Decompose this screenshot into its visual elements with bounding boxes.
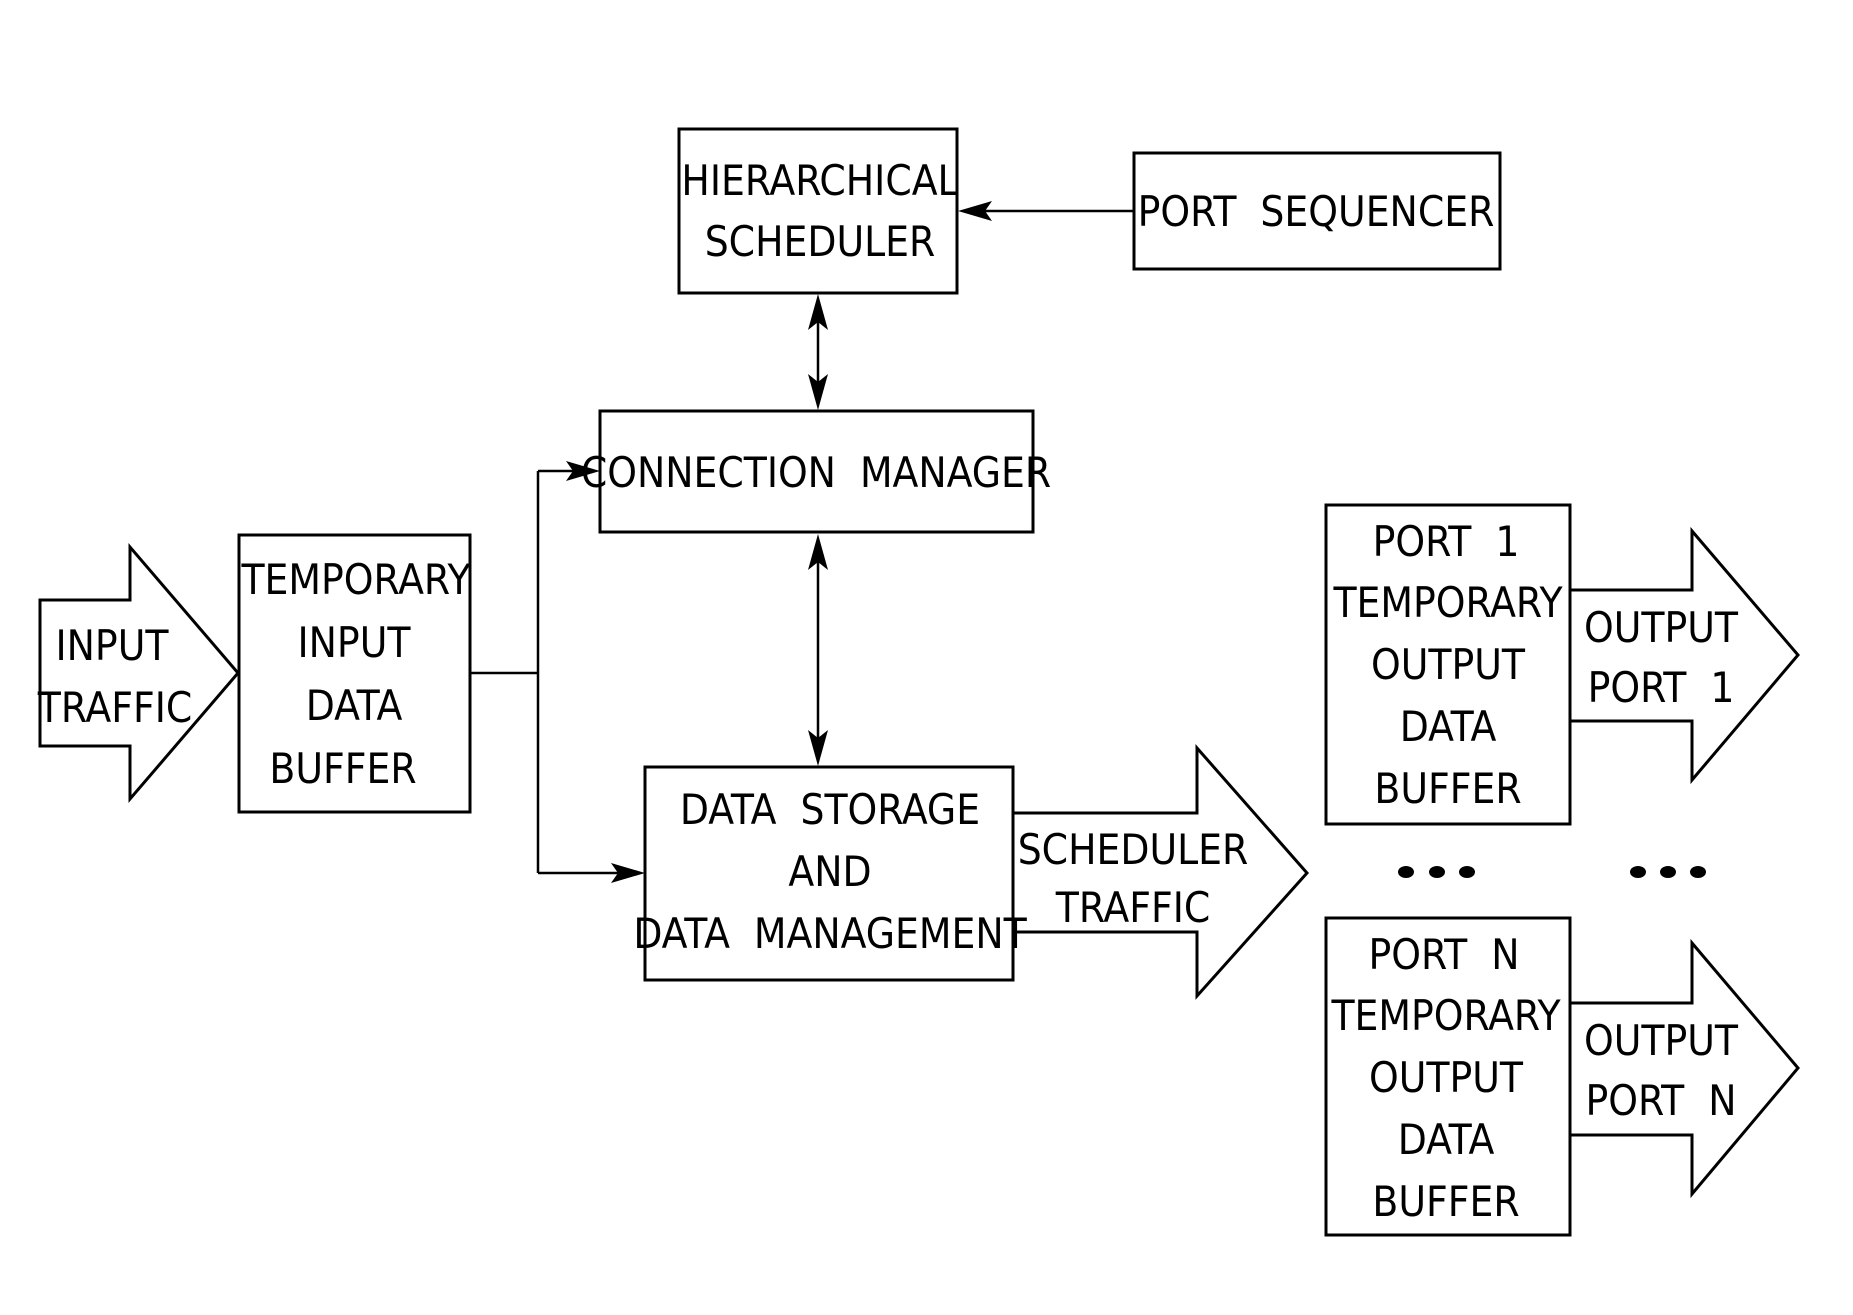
ellipsis-dot — [1660, 866, 1676, 878]
ellipsis-dot — [1690, 866, 1706, 878]
port1-buffer-label-2: TEMPORARY — [1332, 578, 1563, 627]
ellipsis-buffers — [1398, 866, 1475, 878]
hierarchical-scheduler-box — [677, 127, 959, 295]
data-storage-label-3: DATA MANAGEMENT — [633, 909, 1027, 958]
port1-buffer-label-1: PORT 1 — [1373, 517, 1520, 566]
port-sequencer-label: PORT SEQUENCER — [1138, 187, 1495, 236]
connection-manager-label: CONNECTION MANAGER — [581, 448, 1051, 497]
portN-buffer-label-5: BUFFER — [1372, 1177, 1519, 1226]
ellipsis-dot — [1429, 866, 1445, 878]
output-portN-label-1: OUTPUT — [1584, 1016, 1739, 1065]
port-1-output-buffer-block: PORT 1 TEMPORARY OUTPUT DATA BUFFER — [1324, 503, 1572, 826]
output-portN-label-2: PORT N — [1585, 1076, 1736, 1125]
port1-buffer-label-4: DATA — [1400, 702, 1497, 751]
ellipsis-dot — [1630, 866, 1646, 878]
ellipsis-dot — [1398, 866, 1414, 878]
port-n-output-buffer-block: PORT N TEMPORARY OUTPUT DATA BUFFER — [1324, 916, 1572, 1237]
hierarchical-scheduler-label-2: SCHEDULER — [705, 217, 936, 266]
output-port-1-arrow — [1568, 526, 1800, 785]
output-port1-label-1: OUTPUT — [1584, 603, 1739, 652]
ellipsis-outputs — [1630, 866, 1706, 878]
input-traffic-label-1: INPUT — [56, 621, 170, 670]
input-buffer-label-2: INPUT — [298, 618, 412, 667]
input-buffer-label-1: TEMPORARY — [240, 555, 471, 604]
ellipsis-dot — [1459, 866, 1475, 878]
port1-buffer-label-3: OUTPUT — [1371, 640, 1526, 689]
temporary-input-data-buffer-block: TEMPORARY INPUT DATA BUFFER — [237, 533, 472, 814]
port1-buffer-label-5: BUFFER — [1374, 764, 1521, 813]
scheduler-traffic-label-2: TRAFFIC — [1055, 883, 1210, 932]
input-buffer-label-3: DATA — [306, 681, 403, 730]
scheduler-traffic-label-1: SCHEDULER — [1018, 825, 1249, 874]
output-port-n-arrow — [1568, 938, 1800, 1199]
data-storage-label-1: DATA STORAGE — [680, 785, 980, 834]
input-traffic-label-2: TRAFFIC — [37, 683, 192, 732]
portN-buffer-label-2: TEMPORARY — [1330, 991, 1561, 1040]
data-storage-block: DATA STORAGE AND DATA MANAGEMENT — [633, 765, 1028, 982]
port-sequencer-block: PORT SEQUENCER — [1132, 151, 1502, 271]
portN-buffer-label-4: DATA — [1398, 1115, 1495, 1164]
data-storage-label-2: AND — [788, 847, 871, 896]
portN-buffer-label-3: OUTPUT — [1369, 1053, 1524, 1102]
hierarchical-scheduler-block: HIERARCHICAL SCHEDULER — [677, 127, 959, 295]
input-traffic-arrow — [38, 542, 240, 804]
input-buffer-label-4: BUFFER — [269, 744, 416, 793]
portN-buffer-label-1: PORT N — [1368, 930, 1519, 979]
hierarchical-scheduler-label-1: HIERARCHICAL — [681, 156, 958, 205]
connection-manager-block: CONNECTION MANAGER — [581, 409, 1051, 534]
output-port1-label-2: PORT 1 — [1588, 663, 1735, 712]
block-diagram: HIERARCHICAL SCHEDULER PORT SEQUENCER CO… — [37, 127, 1800, 1237]
